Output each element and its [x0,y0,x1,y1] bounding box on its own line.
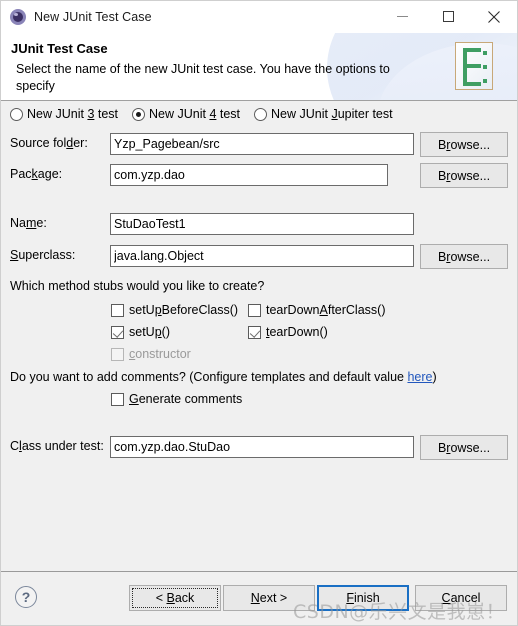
radio-junit4-label-post: test [216,107,241,121]
finish-button[interactable]: Finish [317,585,409,611]
wizard-banner: JUnit Test Case Select the name of the n… [1,33,517,101]
radio-junit3-indicator [10,107,23,121]
close-icon[interactable] [471,1,517,33]
junit-version-radio-group: New JUnit 3 test New JUnit 4 test New JU… [10,107,393,121]
checkbox-constructor-indicator [111,347,124,361]
checkbox-teardownafterclass[interactable]: tearDownAfterClass() [248,303,386,317]
package-input[interactable] [110,164,388,186]
class-under-test-label: Class under test: [10,439,104,453]
help-icon[interactable]: ? [15,586,37,608]
checkbox-generate-comments-indicator [111,392,124,406]
radio-junit4[interactable]: New JUnit 4 test [132,107,240,121]
title-bar: New JUnit Test Case [1,1,517,33]
superclass-browse-button[interactable]: Browse... [420,244,508,269]
dialog-footer: ? < Back Next > Finish Cancel [1,571,517,625]
checkbox-constructor: constructor [111,347,191,361]
minimize-icon[interactable] [379,1,425,33]
radio-jupiter-label-pre: New JUnit [271,107,332,121]
checkbox-setup[interactable]: setUp() [111,325,170,339]
checkbox-setupbeforeclass-indicator [111,303,124,317]
window-controls [379,1,517,33]
checkbox-teardown-indicator [248,325,261,339]
superclass-label: Superclass: [10,248,76,262]
page-description: Select the name of the new JUnit test ca… [16,62,390,93]
page-title: JUnit Test Case [11,41,108,56]
radio-junit3[interactable]: New JUnit 3 test [10,107,118,121]
name-label: Name: [10,216,47,230]
source-folder-input[interactable] [110,133,414,155]
checkbox-generate-comments[interactable]: Generate comments [111,392,242,406]
source-folder-browse-button[interactable]: Browse... [420,132,508,157]
back-button[interactable]: < Back [129,585,221,611]
method-stubs-question: Which method stubs would you like to cre… [10,279,265,293]
checkbox-teardown[interactable]: tearDown() [248,325,328,339]
class-under-test-browse-button[interactable]: Browse... [420,435,508,460]
eclipse-gear-icon [10,8,26,25]
radio-junit-jupiter[interactable]: New JUnit Jupiter test [254,107,393,121]
maximize-icon[interactable] [425,1,471,33]
radio-junit3-label-pre: New JUnit [27,107,88,121]
radio-junit4-indicator [132,107,146,121]
junit-wizard-icon [455,42,493,90]
class-under-test-input[interactable] [110,436,414,458]
source-folder-label: Source folder: [10,136,88,150]
checkbox-setupbeforeclass[interactable]: setUpBeforeClass() [111,303,238,317]
radio-junit-jupiter-indicator [254,107,268,121]
radio-junit3-label-post: test [94,107,119,121]
package-label: Package: [10,167,63,181]
dialog-body: New JUnit 3 test New JUnit 4 test New JU… [1,101,517,571]
radio-jupiter-label-post: upiter test [337,107,393,121]
new-junit-test-case-dialog: New JUnit Test Case JUnit Test Case Sele… [0,0,518,626]
back-button-focus-ring [132,588,218,608]
next-button[interactable]: Next > [223,585,315,611]
radio-junit4-label-pre: New JUnit [149,107,210,121]
name-input[interactable] [110,213,414,235]
superclass-input[interactable] [110,245,414,267]
package-browse-button[interactable]: Browse... [420,163,508,188]
configure-templates-link[interactable]: here [407,370,432,384]
cancel-button[interactable]: Cancel [415,585,507,611]
checkbox-teardownafterclass-indicator [248,303,261,317]
checkbox-setup-indicator [111,325,124,339]
comments-question: Do you want to add comments? (Configure … [10,370,437,384]
window-title: New JUnit Test Case [34,9,152,24]
